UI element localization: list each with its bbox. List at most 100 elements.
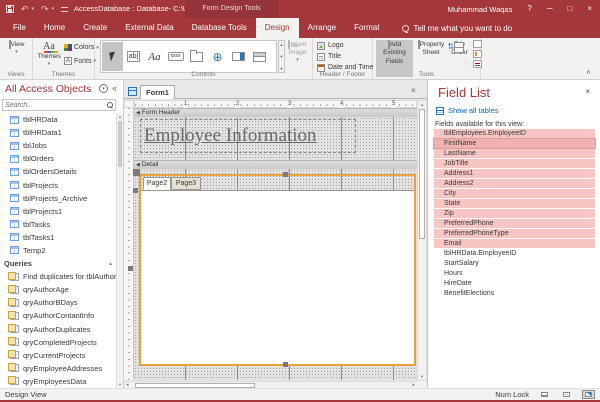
tell-me-box[interactable]: Tell me what you want to do — [402, 18, 512, 38]
nav-object-item[interactable]: qryAuthorContantInfo — [0, 309, 117, 322]
ribbon-tab[interactable]: Format — [345, 18, 388, 38]
field-row[interactable]: tblHRData.EmployeeID — [434, 249, 595, 258]
ribbon-tab[interactable]: Create — [74, 18, 116, 38]
field-list-close-icon[interactable]: × — [585, 87, 590, 96]
nav-object-item[interactable]: tblProjects1 — [0, 205, 117, 218]
nav-object-item[interactable]: tblOrders — [0, 152, 117, 165]
combobox-control[interactable] — [228, 42, 249, 71]
scroll-up-icon[interactable]: ▴ — [418, 101, 426, 108]
nav-object-item[interactable]: tblOrdersDetails — [0, 165, 117, 178]
field-row[interactable]: LastName — [434, 149, 595, 158]
form-title-label-control[interactable]: Employee Information — [140, 119, 356, 153]
field-row[interactable]: PreferredPhoneType — [434, 229, 595, 238]
scroll-down-icon[interactable]: ▾ — [418, 373, 426, 380]
field-row[interactable]: StartSalary — [434, 259, 595, 268]
nav-search-box[interactable] — [2, 99, 116, 111]
page-tab[interactable]: Page2 — [143, 177, 171, 190]
ribbon-tab[interactable]: File — [4, 18, 35, 38]
nav-object-item[interactable]: qryAuthorDuplicates — [0, 323, 117, 336]
user-name[interactable]: Muhammad Waqas — [448, 5, 513, 14]
search-icon[interactable] — [107, 102, 113, 108]
field-row[interactable]: City — [434, 189, 595, 198]
save-icon[interactable] — [6, 5, 14, 13]
field-row[interactable]: HireDate — [434, 279, 595, 288]
search-input[interactable] — [5, 100, 101, 110]
minimize-icon[interactable]: ─ — [547, 5, 553, 13]
form-header-section-bar[interactable]: ◀Form Header — [134, 108, 417, 117]
select-control[interactable] — [102, 42, 123, 71]
tab-order-button[interactable]: Tab Order — [447, 40, 472, 58]
ribbon-tab[interactable]: Arrange — [299, 18, 345, 38]
collapse-ribbon-icon[interactable]: ∧ — [586, 68, 591, 76]
nav-object-item[interactable]: tblTasks1 — [0, 231, 117, 244]
nav-object-item[interactable]: tblProjects — [0, 178, 117, 191]
tab-control[interactable]: Page2 Page3 — [139, 174, 416, 366]
nav-object-item[interactable]: tblJobs — [0, 139, 117, 152]
document-tab-form1[interactable]: Form1 — [140, 85, 175, 99]
insert-image-button[interactable]: Insert Image ▾ — [285, 41, 310, 64]
detail-section-bar[interactable]: ◀Detail — [134, 160, 417, 169]
nav-scroll-thumb[interactable] — [118, 121, 122, 167]
customize-qat-icon[interactable] — [61, 7, 68, 12]
selection-handle[interactable] — [128, 266, 133, 271]
nav-scrollbar[interactable]: ▴ ▾ — [116, 113, 123, 388]
subform-icon[interactable] — [473, 40, 482, 48]
nav-object-item[interactable]: tblHRData — [0, 113, 117, 126]
design-view-icon[interactable] — [582, 390, 595, 399]
selection-handle[interactable] — [283, 362, 288, 367]
undo-caret-icon[interactable]: ▾ — [32, 6, 35, 12]
view-code-icon[interactable] — [473, 60, 482, 68]
redo-icon[interactable]: ↷ — [41, 5, 49, 14]
selection-handle[interactable] — [133, 188, 138, 193]
header-footer-button[interactable]: Logo — [317, 40, 374, 51]
horizontal-ruler[interactable]: 12345 — [134, 100, 417, 108]
maximize-icon[interactable]: □ — [567, 5, 572, 13]
fonts-button[interactable]: A Fonts ▾ — [64, 57, 96, 65]
field-row[interactable]: FirstName — [434, 139, 595, 148]
vertical-ruler[interactable] — [124, 108, 134, 380]
ribbon-tab[interactable]: Home — [35, 18, 74, 38]
vertical-scrollbar[interactable]: ▴ ▾ — [417, 100, 427, 381]
gallery-down-icon[interactable]: ▼ — [280, 54, 284, 59]
scroll-down-icon[interactable]: ▾ — [117, 381, 123, 388]
gallery-up-icon[interactable]: ▲ — [280, 42, 284, 47]
nav-menu-icon[interactable]: ▾ — [99, 84, 108, 93]
form-view-icon[interactable] — [538, 390, 551, 399]
field-row[interactable]: Email — [434, 239, 595, 248]
insert-chart-icon[interactable] — [473, 50, 482, 58]
gallery-scrollbar[interactable]: ▲ ▼ ▼ — [278, 40, 285, 73]
document-close-icon[interactable]: × — [411, 86, 416, 95]
nav-object-item[interactable]: qryAuthorBDays — [0, 296, 117, 309]
property-sheet-button[interactable]: Property Sheet — [416, 40, 446, 58]
page-tab[interactable]: Page3 — [171, 177, 201, 190]
header-footer-button[interactable]: Title — [317, 51, 374, 62]
nav-object-item[interactable]: qryCompletedProjects — [0, 336, 117, 349]
nav-object-item[interactable]: qryCurrentProjects — [0, 349, 117, 362]
ribbon-tab[interactable]: Database Tools — [183, 18, 256, 38]
vscroll-thumb[interactable] — [419, 109, 425, 239]
colors-button[interactable]: Colors ▾ — [64, 44, 99, 51]
close-icon[interactable]: × — [587, 5, 592, 13]
nav-object-item[interactable]: qryEmployeeAddresses — [0, 362, 117, 375]
field-row[interactable]: tblEmployees.EmployeeID — [434, 129, 595, 138]
field-row[interactable]: State — [434, 199, 595, 208]
shutter-close-icon[interactable]: « — [112, 84, 117, 93]
nav-object-item[interactable]: tblTasks — [0, 218, 117, 231]
scroll-up-icon[interactable]: ▴ — [117, 113, 123, 120]
field-row[interactable]: Hours — [434, 269, 595, 278]
field-row[interactable]: Address2 — [434, 179, 595, 188]
button-control[interactable]: xxxx — [165, 42, 186, 71]
ribbon-tab[interactable]: External Data — [116, 18, 182, 38]
help-icon[interactable]: ? — [527, 5, 531, 13]
field-row[interactable]: Zip — [434, 209, 595, 218]
redo-caret-icon[interactable]: ▾ — [52, 6, 55, 12]
nav-object-item[interactable]: tblProjects_Archive — [0, 192, 117, 205]
nav-object-item[interactable]: qryEmployeesData — [0, 375, 117, 388]
textbox-control[interactable]: ab| — [123, 42, 144, 71]
selection-handle[interactable] — [133, 169, 140, 176]
section-collapse-icon[interactable]: ◀ — [136, 162, 140, 168]
nav-object-item[interactable]: tblHRData1 — [0, 126, 117, 139]
layout-view-icon[interactable] — [560, 390, 573, 399]
view-button[interactable]: View ▾ — [3, 41, 30, 55]
undo-icon[interactable]: ↶ — [21, 5, 29, 14]
